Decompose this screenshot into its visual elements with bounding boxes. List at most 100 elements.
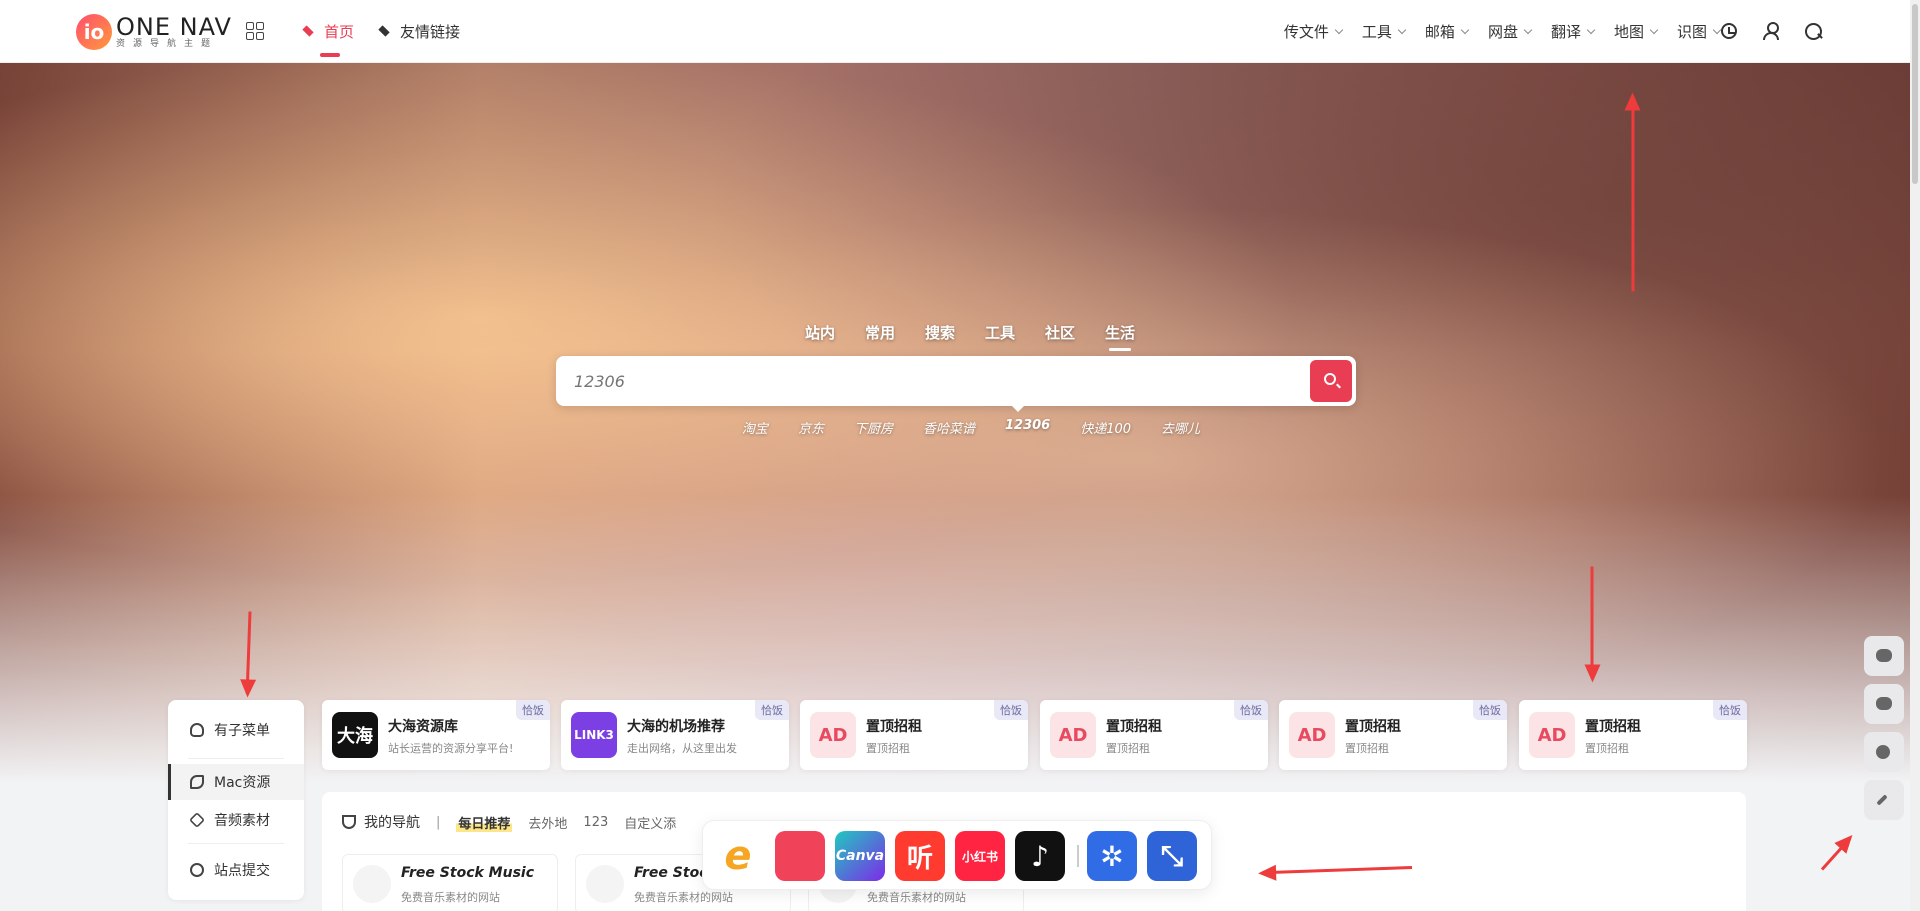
panel-title-text: 我的导航 [364, 815, 420, 831]
wechat-icon[interactable] [1864, 636, 1904, 676]
qq-icon[interactable] [1864, 684, 1904, 724]
tiktok-app-icon[interactable]: ♪ [1015, 831, 1065, 881]
apps-grid-icon[interactable] [246, 22, 264, 40]
moon-icon[interactable] [1864, 732, 1904, 772]
logo-subtitle: 资源导航主题 [116, 39, 219, 49]
site-title: Free Stock Music [401, 865, 534, 881]
card-desc: 置顶招租 [1106, 742, 1150, 755]
tab-common[interactable]: 常用 [865, 322, 895, 343]
tab-123[interactable]: 123 [583, 815, 608, 830]
ad-card[interactable]: AD 置顶招租 置顶招租 恰饭 [1519, 700, 1747, 770]
chevron-down-icon [1586, 25, 1596, 34]
shrink-app-icon[interactable]: ⤡ [1147, 831, 1197, 881]
site-logo[interactable]: io ONE NAV 资源导航主题 [76, 14, 232, 50]
tab-site[interactable]: 站内 [805, 322, 835, 343]
alarm-icon[interactable] [1718, 20, 1740, 42]
layers-icon [302, 26, 316, 38]
card-title: 大海的机场推荐 [627, 719, 725, 735]
engine-xiachufang[interactable]: 下厨房 [854, 418, 893, 437]
site-card[interactable]: Free Stock Music 免费音乐素材的网站 [342, 854, 558, 911]
nav-home-label: 首页 [324, 23, 355, 41]
page-scrollbar[interactable] [1910, 0, 1920, 911]
primary-nav: 首页 友情链接 [302, 0, 460, 63]
nav-translate[interactable]: 翻译 [1550, 21, 1596, 42]
engine-12306[interactable]: 12306 [1005, 418, 1050, 437]
engine-jd[interactable]: 京东 [798, 418, 824, 437]
nav-friend-links[interactable]: 友情链接 [378, 0, 460, 63]
sidebar-item-audio[interactable]: 音频素材 [168, 802, 304, 838]
sidebar-item-label: Mac资源 [214, 775, 271, 791]
chevrons-icon[interactable] [1864, 780, 1904, 820]
ad-card[interactable]: 大海 大海资源库 站长运营的资源分享平台! 恰饭 [322, 700, 550, 770]
category-sidebar: 有子菜单 Mac资源 音频素材 站点提交 [168, 700, 304, 900]
tab-search[interactable]: 搜索 [925, 322, 955, 343]
search-category-tabs: 站内 常用 搜索 工具 社区 生活 [0, 322, 1920, 343]
search-icon [1324, 373, 1336, 385]
ad-card[interactable]: AD 置顶招租 置顶招租 恰饭 [800, 700, 1028, 770]
e-app-icon[interactable]: e [713, 831, 763, 881]
site-desc: 免费音乐素材的网站 [401, 891, 500, 904]
flower-app-icon[interactable] [775, 831, 825, 881]
nav-cloud-disk[interactable]: 网盘 [1488, 21, 1533, 42]
chevron-down-icon [1649, 25, 1659, 34]
dock-separator [1077, 845, 1079, 867]
site-avatar [353, 865, 391, 903]
nav-label: 识图 [1676, 23, 1707, 41]
tab-out-of-town[interactable]: 去外地 [528, 813, 567, 832]
search-input[interactable] [574, 356, 1274, 406]
nav-home[interactable]: 首页 [302, 0, 354, 63]
card-tag: 恰饭 [1713, 700, 1747, 720]
ad-card[interactable]: AD 置顶招租 置顶招租 恰饭 [1279, 700, 1507, 770]
site-avatar [586, 865, 624, 903]
tab-community[interactable]: 社区 [1045, 322, 1075, 343]
nav-image-search[interactable]: 识图 [1676, 21, 1722, 42]
nav-mail[interactable]: 邮箱 [1425, 21, 1470, 42]
tab-tools[interactable]: 工具 [985, 322, 1015, 343]
search-button[interactable] [1310, 360, 1352, 402]
ad-card[interactable]: LINK3 大海的机场推荐 走出网络，从这里出发 恰饭 [561, 700, 789, 770]
tab-daily[interactable]: 每日推荐 [456, 812, 513, 832]
bulb-icon [190, 723, 204, 737]
canva-app-icon[interactable]: Canva [835, 831, 885, 881]
panel-separator: | [436, 814, 441, 830]
sidebar-item-submit[interactable]: 站点提交 [168, 852, 304, 888]
divider [188, 843, 284, 844]
logo-mark: io [76, 14, 112, 50]
sidebar-item-label: 站点提交 [214, 863, 270, 879]
engine-kuaidi100[interactable]: 快递100 [1080, 418, 1131, 437]
card-tag: 恰饭 [1234, 700, 1268, 720]
tab-custom[interactable]: 自定义添 [624, 813, 676, 832]
nav-map[interactable]: 地图 [1614, 21, 1659, 42]
engine-qunar[interactable]: 去哪儿 [1161, 418, 1200, 437]
layers-icon [378, 26, 392, 38]
nav-label: 翻译 [1550, 23, 1581, 41]
card-tag: 恰饭 [755, 700, 789, 720]
search-engines: 淘宝 京东 下厨房 香哈菜谱 12306 快递100 去哪儿 [0, 418, 1920, 437]
card-logo: 大海 [332, 712, 378, 758]
card-tag: 恰饭 [516, 700, 550, 720]
card-desc: 置顶招租 [1345, 742, 1389, 755]
sidebar-item-submenu[interactable]: 有子菜单 [168, 712, 304, 748]
annotation-arrow [1590, 566, 1594, 679]
panel-title: 我的导航 [342, 812, 420, 832]
pinwheel-app-icon[interactable]: ✲ [1087, 831, 1137, 881]
nav-transfer-files[interactable]: 传文件 [1284, 21, 1344, 42]
secondary-nav: 传文件 工具 邮箱 网盘 翻译 地图 识图 [1284, 0, 1722, 63]
engine-xianghacaipu[interactable]: 香哈菜谱 [923, 418, 975, 437]
search-icon[interactable] [1802, 20, 1824, 42]
nav-friend-links-label: 友情链接 [400, 23, 461, 41]
chevron-down-icon [1397, 25, 1407, 34]
xiaohongshu-app-icon[interactable]: 小红书 [955, 831, 1005, 881]
user-icon[interactable] [1760, 20, 1782, 42]
sidebar-item-mac[interactable]: Mac资源 [168, 764, 304, 800]
tab-life[interactable]: 生活 [1105, 322, 1135, 343]
nav-tools[interactable]: 工具 [1361, 21, 1407, 42]
scrollbar-thumb[interactable] [1912, 4, 1918, 184]
card-title: 置顶招租 [1106, 719, 1162, 735]
header-actions [1718, 20, 1824, 42]
ad-card[interactable]: AD 置顶招租 置顶招租 恰饭 [1040, 700, 1268, 770]
card-desc: 站长运营的资源分享平台! [388, 742, 514, 755]
nav-label: 工具 [1361, 23, 1392, 41]
ting-app-icon[interactable]: 听 [895, 831, 945, 881]
engine-taobao[interactable]: 淘宝 [742, 418, 768, 437]
